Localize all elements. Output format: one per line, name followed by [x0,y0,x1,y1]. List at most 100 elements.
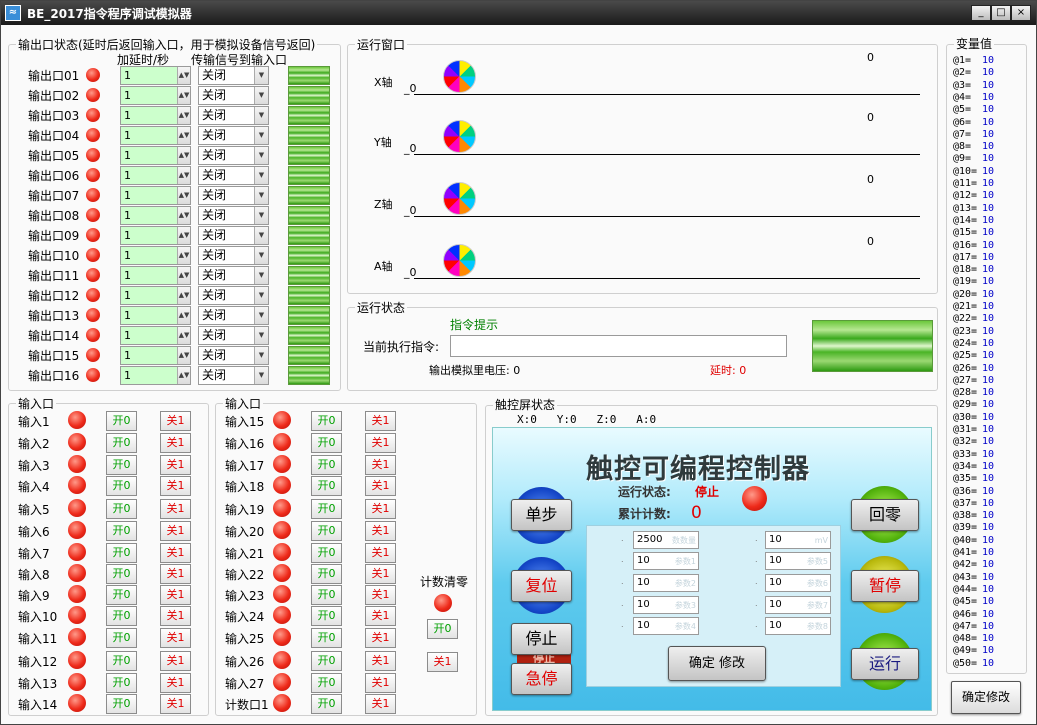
input-a-on-button[interactable]: 开0 [106,476,137,496]
minimize-button[interactable]: _ [971,5,991,21]
input-a-on-button[interactable]: 开0 [106,606,137,626]
input-b-on-button[interactable]: 开0 [311,606,342,626]
variable-row[interactable]: @6= 10 [953,117,994,128]
input-b-off-button[interactable]: 关1 [365,564,396,584]
input-a-off-button[interactable]: 关1 [160,585,191,605]
touch-right-field[interactable]: 10 参数5 [765,552,831,570]
input-b-off-button[interactable]: 关1 [365,694,396,714]
variable-row[interactable]: @12= 10 [953,190,994,201]
variable-row[interactable]: @42= 10 [953,559,994,570]
variable-row[interactable]: @23= 10 [953,326,994,337]
input-a-on-button[interactable]: 开0 [106,673,137,693]
variable-row[interactable]: @19= 10 [953,276,994,287]
count-reset-off-button[interactable]: 关1 [427,652,458,672]
chevron-down-icon[interactable]: ▼ [254,307,268,324]
input-b-on-button[interactable]: 开0 [311,585,342,605]
variable-row[interactable]: @36= 10 [953,486,994,497]
input-a-on-button[interactable]: 开0 [106,543,137,563]
input-a-off-button[interactable]: 关1 [160,455,191,475]
variable-row[interactable]: @3= 10 [953,80,994,91]
chevron-down-icon[interactable]: ▼ [254,267,268,284]
output-transmit-select[interactable]: 关闭 ▼ [198,106,269,125]
input-b-off-button[interactable]: 关1 [365,673,396,693]
home-button[interactable]: 回零 [851,499,919,531]
output-delay-spinner[interactable]: 1 ▲▼ [120,206,191,225]
variable-row[interactable]: @33= 10 [953,449,994,460]
run-button[interactable]: 运行 [851,648,919,680]
touch-right-field[interactable]: 10 参数8 [765,617,831,635]
input-b-on-button[interactable]: 开0 [311,543,342,563]
output-transmit-select[interactable]: 关闭 ▼ [198,186,269,205]
spinner-arrows-icon[interactable]: ▲▼ [177,267,190,284]
variable-row[interactable]: @50= 10 [953,658,994,669]
spinner-arrows-icon[interactable]: ▲▼ [177,307,190,324]
variable-row[interactable]: @41= 10 [953,547,994,558]
step-button[interactable]: 单步 [511,499,572,531]
variable-row[interactable]: @15= 10 [953,227,994,238]
input-b-on-button[interactable]: 开0 [311,411,342,431]
reset-button[interactable]: 复位 [511,570,572,602]
output-delay-spinner[interactable]: 1 ▲▼ [120,266,191,285]
variable-row[interactable]: @29= 10 [953,399,994,410]
input-a-on-button[interactable]: 开0 [106,564,137,584]
variable-row[interactable]: @24= 10 [953,338,994,349]
output-transmit-select[interactable]: 关闭 ▼ [198,346,269,365]
input-b-on-button[interactable]: 开0 [311,673,342,693]
chevron-down-icon[interactable]: ▼ [254,287,268,304]
input-a-off-button[interactable]: 关1 [160,433,191,453]
chevron-down-icon[interactable]: ▼ [254,347,268,364]
variable-row[interactable]: @2= 10 [953,67,994,78]
maximize-button[interactable]: □ [991,5,1011,21]
variable-row[interactable]: @26= 10 [953,363,994,374]
output-delay-spinner[interactable]: 1 ▲▼ [120,346,191,365]
touch-left-field[interactable]: 2500 数数量 [633,531,699,549]
variable-row[interactable]: @18= 10 [953,264,994,275]
variable-row[interactable]: @25= 10 [953,350,994,361]
spinner-arrows-icon[interactable]: ▲▼ [177,147,190,164]
input-a-on-button[interactable]: 开0 [106,628,137,648]
variable-row[interactable]: @4= 10 [953,92,994,103]
input-a-off-button[interactable]: 关1 [160,476,191,496]
input-b-on-button[interactable]: 开0 [311,455,342,475]
input-b-off-button[interactable]: 关1 [365,543,396,563]
chevron-down-icon[interactable]: ▼ [254,167,268,184]
output-delay-spinner[interactable]: 1 ▲▼ [120,366,191,385]
input-b-off-button[interactable]: 关1 [365,585,396,605]
chevron-down-icon[interactable]: ▼ [254,67,268,84]
output-delay-spinner[interactable]: 1 ▲▼ [120,226,191,245]
variable-row[interactable]: @31= 10 [953,424,994,435]
chevron-down-icon[interactable]: ▼ [254,227,268,244]
input-b-on-button[interactable]: 开0 [311,521,342,541]
input-b-on-button[interactable]: 开0 [311,694,342,714]
variable-row[interactable]: @11= 10 [953,178,994,189]
variable-row[interactable]: @22= 10 [953,313,994,324]
input-a-on-button[interactable]: 开0 [106,651,137,671]
spinner-arrows-icon[interactable]: ▲▼ [177,227,190,244]
input-a-off-button[interactable]: 关1 [160,673,191,693]
variable-row[interactable]: @13= 10 [953,203,994,214]
output-transmit-select[interactable]: 关闭 ▼ [198,206,269,225]
input-a-on-button[interactable]: 开0 [106,521,137,541]
variable-row[interactable]: @14= 10 [953,215,994,226]
spinner-arrows-icon[interactable]: ▲▼ [177,87,190,104]
input-a-off-button[interactable]: 关1 [160,499,191,519]
output-delay-spinner[interactable]: 1 ▲▼ [120,86,191,105]
input-a-on-button[interactable]: 开0 [106,694,137,714]
touch-left-field[interactable]: 10 参数1 [633,552,699,570]
output-delay-spinner[interactable]: 1 ▲▼ [120,246,191,265]
input-b-on-button[interactable]: 开0 [311,499,342,519]
input-b-on-button[interactable]: 开0 [311,433,342,453]
chevron-down-icon[interactable]: ▼ [254,367,268,384]
variable-row[interactable]: @40= 10 [953,535,994,546]
confirm-modify-button[interactable]: 确定修改 [951,681,1021,714]
close-button[interactable]: × [1011,5,1031,21]
input-a-off-button[interactable]: 关1 [160,606,191,626]
variable-row[interactable]: @37= 10 [953,498,994,509]
variable-row[interactable]: @48= 10 [953,633,994,644]
chevron-down-icon[interactable]: ▼ [254,107,268,124]
output-transmit-select[interactable]: 关闭 ▼ [198,66,269,85]
touch-left-field[interactable]: 10 参数4 [633,617,699,635]
output-transmit-select[interactable]: 关闭 ▼ [198,326,269,345]
variable-row[interactable]: @28= 10 [953,387,994,398]
output-transmit-select[interactable]: 关闭 ▼ [198,86,269,105]
